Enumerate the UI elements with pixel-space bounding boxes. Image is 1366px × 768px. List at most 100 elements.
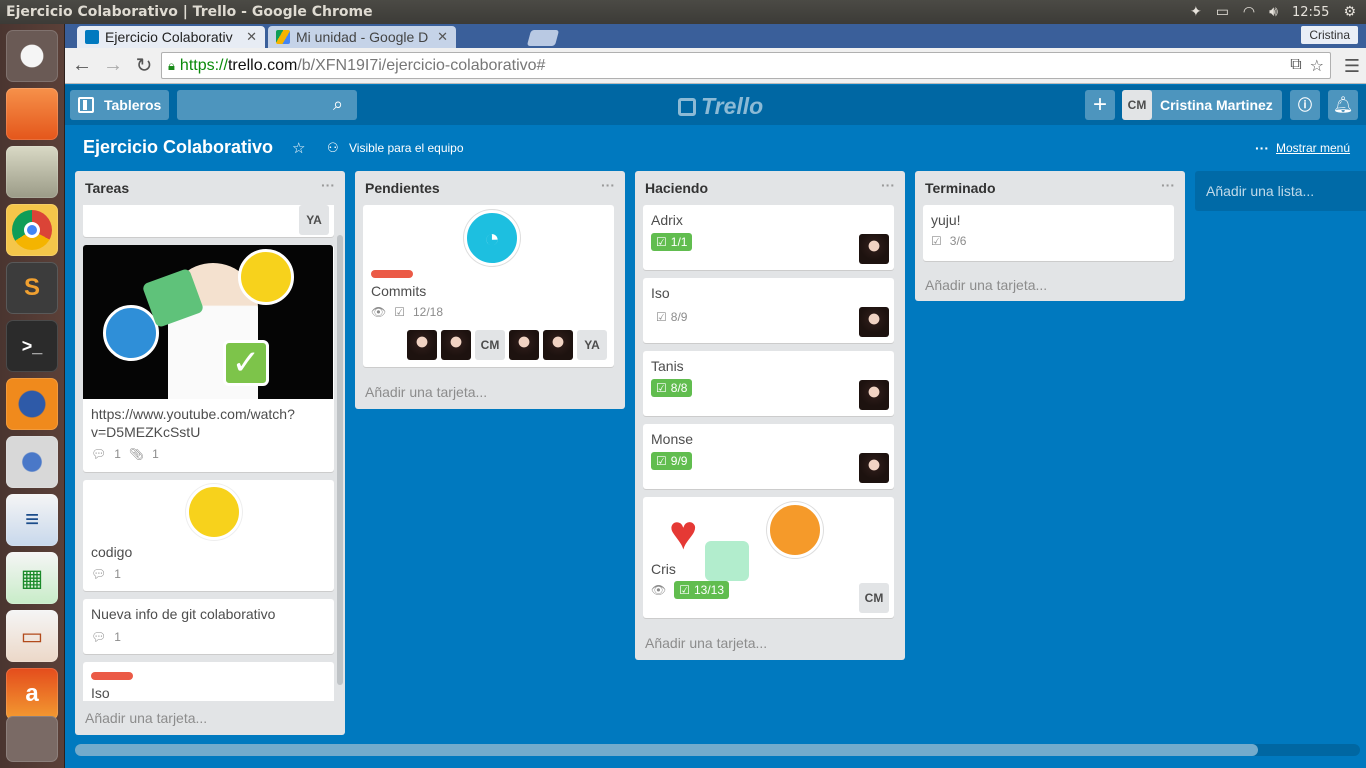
- address-bar[interactable]: 🔒︎ https:// trello.com /b/XFN19I7i/ejerc…: [161, 52, 1331, 79]
- chrome-icon[interactable]: [6, 204, 58, 256]
- trash-icon[interactable]: [6, 716, 58, 762]
- avatar: CM: [475, 330, 505, 360]
- trello-logo[interactable]: Trello: [678, 93, 763, 120]
- card[interactable]: Adrix ☑ 1/1: [643, 205, 894, 270]
- list-menu-icon[interactable]: ···: [1161, 177, 1175, 193]
- search-input[interactable]: [177, 90, 357, 120]
- list-header[interactable]: Tareas ···: [75, 171, 345, 203]
- browser-toolbar: ← → ↻ 🔒︎ https:// trello.com /b/XFN19I7i…: [65, 48, 1366, 84]
- url-host: trello.com: [227, 56, 298, 74]
- ubuntu-dash-icon[interactable]: [6, 30, 58, 82]
- card[interactable]: Nueva info de git colaborativo 💬︎ 1: [83, 599, 334, 654]
- card[interactable]: Tanis ☑ 8/8: [643, 351, 894, 416]
- software-center-icon[interactable]: a: [6, 668, 58, 720]
- show-menu-link[interactable]: Mostrar menú: [1276, 141, 1350, 155]
- trello-logo-icon: [678, 97, 696, 116]
- checklist-count: 12/18: [413, 305, 444, 319]
- member-menu-button[interactable]: CM Cristina Martinez: [1122, 90, 1282, 120]
- list-terminado: Terminado ··· yuju! ☑ 3/6 Añadir una tarj…: [915, 171, 1185, 301]
- checklist-icon: ☑: [656, 235, 667, 249]
- checklist-icon: ☑: [931, 234, 942, 248]
- close-icon[interactable]: ✕: [437, 29, 448, 45]
- add-button[interactable]: +: [1085, 90, 1115, 120]
- member-name: Cristina Martinez: [1160, 97, 1273, 113]
- add-card-link[interactable]: Añadir una tarjeta...: [85, 710, 207, 726]
- card[interactable]: yuju! ☑ 3/6: [923, 205, 1174, 261]
- card[interactable]: Iso ☑ 8/9: [643, 278, 894, 343]
- impress-icon[interactable]: ▭: [6, 610, 58, 662]
- dropbox-icon[interactable]: ✦: [1190, 4, 1202, 20]
- list-menu-icon[interactable]: ···: [881, 177, 895, 193]
- forward-icon[interactable]: →: [99, 52, 127, 80]
- wifi-icon[interactable]: ◠: [1243, 4, 1255, 20]
- tab-trello[interactable]: Ejercicio Colaborativ ✕: [77, 26, 265, 48]
- sublime-text-icon[interactable]: S: [6, 262, 58, 314]
- volume-icon[interactable]: 🔊︎: [1269, 4, 1278, 20]
- browser-menu-icon[interactable]: ☰: [1344, 56, 1360, 77]
- menu-dots-icon[interactable]: ···: [1255, 140, 1269, 156]
- avatar: CM: [859, 583, 889, 613]
- card[interactable]: ✓ https://www.youtube.com/watch?v=D5MEZK…: [83, 245, 334, 472]
- battery-icon[interactable]: ▭: [1216, 4, 1229, 20]
- avatar: CM: [1122, 90, 1152, 120]
- card[interactable]: Iso: [83, 662, 334, 701]
- translate-icon[interactable]: ⧉: [1290, 56, 1301, 76]
- search-icon[interactable]: ⌕: [333, 94, 343, 115]
- card-title: codigo: [91, 544, 133, 560]
- add-list-button[interactable]: Añadir una lista...: [1195, 171, 1366, 211]
- info-icon[interactable]: ⓘ: [1290, 90, 1320, 120]
- files-icon[interactable]: [6, 88, 58, 140]
- chromium-icon[interactable]: [6, 436, 58, 488]
- thumbs-up-icon: [705, 541, 749, 581]
- checklist-icon: ☑: [656, 454, 667, 468]
- checklist-badge: ☑ 1/1: [651, 233, 693, 251]
- eye-icon: 👁︎: [651, 583, 667, 597]
- checklist-count: 13/13: [694, 583, 725, 597]
- list-header[interactable]: Haciendo ···: [635, 171, 905, 203]
- card[interactable]: ♥ Cris 👁︎ ☑ 13/13 CM: [643, 497, 894, 618]
- add-card-link[interactable]: Añadir una tarjeta...: [365, 384, 487, 400]
- star-icon[interactable]: ☆: [292, 139, 305, 157]
- reload-icon[interactable]: ↻: [130, 52, 158, 80]
- back-icon[interactable]: ←: [68, 52, 96, 80]
- list-menu-icon[interactable]: ···: [321, 177, 335, 193]
- checklist-icon: ☑: [656, 381, 667, 395]
- board-horizontal-scrollbar[interactable]: [75, 744, 1360, 756]
- avatar: [859, 307, 889, 337]
- list-menu-icon[interactable]: ···: [601, 177, 615, 193]
- trello-favicon-icon: [85, 30, 99, 44]
- wink-emoji-icon: [103, 305, 159, 361]
- close-icon[interactable]: ✕: [246, 29, 257, 45]
- list-header[interactable]: Terminado ···: [915, 171, 1185, 203]
- board-title[interactable]: Ejercicio Colaborativo: [83, 137, 273, 158]
- tab-drive[interactable]: Mi unidad - Google D ✕: [268, 26, 456, 48]
- team-icon: ⚇: [327, 140, 339, 155]
- list-scrollbar[interactable]: [337, 235, 343, 685]
- calc-icon[interactable]: ▦: [6, 552, 58, 604]
- attachment-count: 1: [152, 447, 159, 461]
- scrollbar-thumb[interactable]: [75, 744, 1258, 756]
- boards-button[interactable]: Tableros: [70, 90, 169, 120]
- bookmark-star-icon[interactable]: ☆: [1310, 56, 1324, 76]
- firefox-icon[interactable]: [6, 378, 58, 430]
- visibility-button[interactable]: Visible para el equipo: [349, 141, 464, 155]
- card[interactable]: Monse ☑ 9/9: [643, 424, 894, 489]
- checklist-badge: ☑ 9/9: [651, 452, 693, 470]
- add-card-link[interactable]: Añadir una tarjeta...: [645, 635, 767, 651]
- list-header[interactable]: Pendientes ···: [355, 171, 625, 203]
- image-viewer-icon[interactable]: [6, 146, 58, 198]
- settings-gear-icon[interactable]: ⚙: [1343, 4, 1356, 20]
- notifications-bell-icon[interactable]: 🔔︎: [1328, 90, 1358, 120]
- profile-button[interactable]: Cristina: [1301, 26, 1358, 44]
- new-tab-button[interactable]: [526, 30, 560, 46]
- add-card-link[interactable]: Añadir una tarjeta...: [925, 277, 1047, 293]
- card[interactable]: codigo 💬︎ 1: [83, 480, 334, 591]
- clock[interactable]: 12:55: [1292, 5, 1329, 20]
- card[interactable]: ◔ Commits 👁︎ ☑ 12/18 CM YA: [363, 205, 614, 367]
- terminal-icon[interactable]: >_: [6, 320, 58, 372]
- comment-icon: 💬︎: [91, 630, 107, 644]
- drive-favicon-icon: [276, 30, 290, 44]
- trello-logo-text: Trello: [701, 93, 764, 119]
- card[interactable]: YA: [83, 205, 334, 237]
- writer-icon[interactable]: ≡: [6, 494, 58, 546]
